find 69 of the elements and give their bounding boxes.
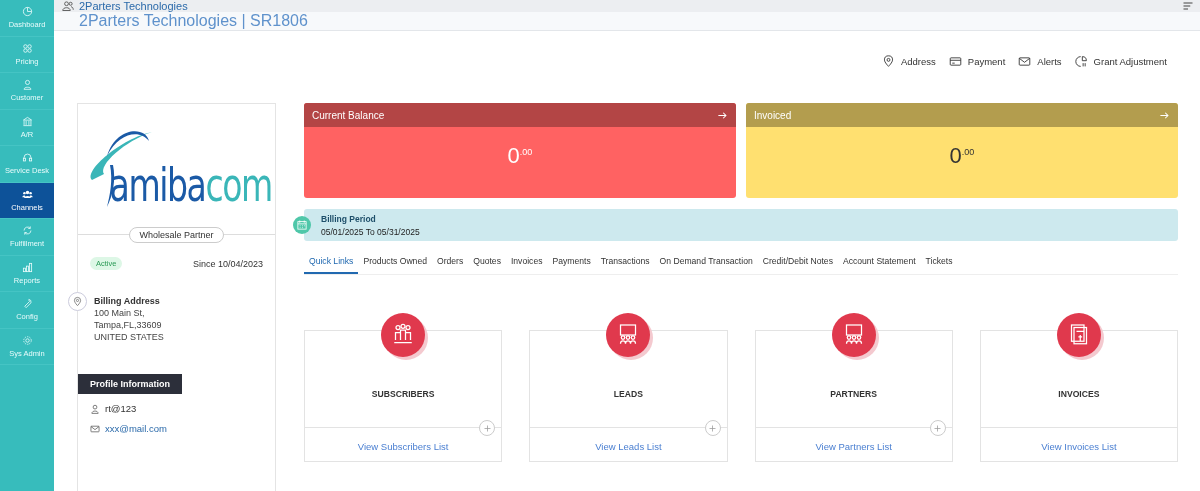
wrench-icon [21, 298, 33, 310]
billing-period-range: 05/01/2025 To 05/31/2025 [321, 226, 420, 237]
envelope-icon [1018, 54, 1032, 68]
tab[interactable]: Invoices [505, 253, 548, 274]
settings-icon [21, 334, 33, 346]
tab[interactable]: Products Owned [358, 253, 432, 274]
user-icon [21, 79, 33, 91]
action-link[interactable]: Grant Adjustment [1074, 52, 1167, 70]
action-link[interactable]: Alerts [1018, 52, 1062, 70]
envelope-icon [90, 423, 100, 434]
quick-link-title: SUBSCRIBERS [371, 389, 435, 399]
quick-link-title: LEADS [613, 389, 643, 399]
address-line: 100 Main St, [94, 308, 146, 318]
balance-amount: 0$^{.00}$ [506, 142, 534, 169]
balance-title: Invoiced [754, 109, 792, 121]
billing-period-label: Billing Period [321, 213, 377, 224]
grid-icon [21, 42, 33, 54]
quick-link-title: PARTNERS [830, 389, 877, 399]
location-pin-icon [881, 54, 895, 68]
quick-link-title: INVOICES [1058, 389, 1100, 399]
group-icon [21, 188, 33, 200]
calendar-icon [293, 216, 311, 234]
refresh-icon [21, 225, 33, 237]
since-date: Since 10/04/2023 [192, 258, 263, 269]
people-icon [381, 313, 426, 357]
user-icon [90, 403, 100, 414]
pie-chart-icon [21, 6, 33, 18]
tab[interactable]: Quotes [468, 253, 506, 274]
tab[interactable]: Tickets [920, 253, 958, 274]
tab[interactable]: Transactions [595, 253, 655, 274]
address-line: Tampa,FL,33609 [94, 320, 163, 330]
documents-icon [1056, 313, 1101, 357]
credit-card-icon [948, 54, 962, 68]
location-pin-icon [68, 292, 87, 311]
bar-chart-icon [21, 261, 33, 273]
users-icon [62, 0, 74, 12]
action-link[interactable]: Payment [948, 52, 1006, 70]
view-list-link[interactable]: View Invoices List [1041, 441, 1117, 452]
view-list-link[interactable]: View Subscribers List [357, 441, 449, 452]
billing-address-label: Billing Address [94, 296, 161, 306]
add-icon[interactable] [704, 420, 721, 436]
partner-type-badge: Wholesale Partner [129, 227, 224, 243]
arrow-right-icon[interactable] [1159, 109, 1170, 121]
balance-amount: 0$^{.00}$ [948, 142, 976, 169]
tab[interactable]: Credit/Debit Notes [757, 253, 838, 274]
headset-icon [21, 152, 33, 164]
tab[interactable]: On Demand Transaction [654, 253, 758, 274]
add-icon[interactable] [479, 420, 496, 436]
view-list-link[interactable]: View Partners List [815, 441, 892, 452]
tab[interactable]: Orders [431, 253, 469, 274]
page-title: 2Parters Technologies | SR1806 [79, 12, 308, 30]
section-header: Profile Information [78, 374, 182, 394]
address-line: UNITED STATES [94, 332, 164, 342]
tab[interactable]: Quick Links [304, 253, 359, 274]
bank-icon [21, 115, 33, 127]
arrow-right-icon[interactable] [717, 109, 728, 121]
tab[interactable]: Payments [547, 253, 596, 274]
menu-icon[interactable] [1182, 0, 1194, 12]
tab[interactable]: Account Statement [837, 253, 921, 274]
balance-title: Current Balance [312, 109, 385, 121]
pie-chart-icon [1074, 54, 1088, 68]
breadcrumb-link[interactable]: 2Parters Technologies [79, 0, 188, 12]
add-icon[interactable] [929, 420, 946, 436]
presentation-board-icon [606, 313, 651, 357]
email-link[interactable]: xxx@mail.com [105, 423, 167, 434]
username: rt@123 [105, 403, 137, 414]
action-link[interactable]: Address [881, 52, 936, 70]
presentation-board-icon [831, 313, 876, 357]
view-list-link[interactable]: View Leads List [595, 441, 662, 452]
